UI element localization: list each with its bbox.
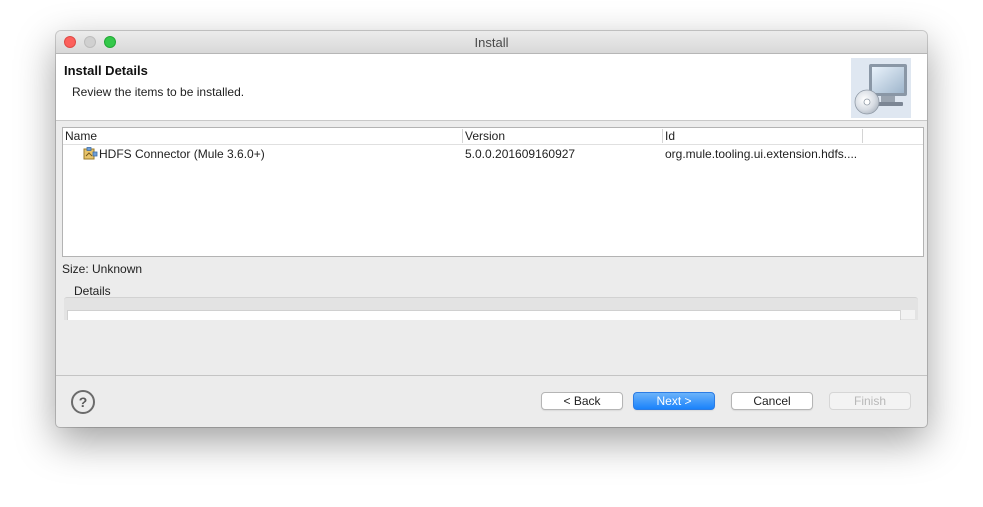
finish-button[interactable]: Finish [829,392,911,410]
install-wizard-computer-cd-icon [851,58,911,118]
back-button[interactable]: < Back [541,392,623,410]
wizard-header: Install Details Review the items to be i… [56,54,927,121]
item-name: HDFS Connector (Mule 3.6.0+) [99,147,265,161]
install-items-table[interactable]: Name Version Id HDFS Connector (Mule 3.6… [62,127,924,257]
column-header-id[interactable]: Id [665,129,675,144]
item-id: org.mule.tooling.ui.extension.hdfs.... [665,147,858,161]
page-title: Install Details [64,63,148,78]
column-divider[interactable] [462,129,463,143]
window-title: Install [474,35,509,50]
page-subtitle: Review the items to be installed. [72,85,245,99]
table-header: Name Version Id [63,128,923,145]
details-text-area[interactable] [67,310,901,320]
feature-plugin-icon [82,147,98,161]
details-group [64,297,918,320]
column-divider[interactable] [662,129,663,143]
table-row[interactable]: HDFS Connector (Mule 3.6.0+) 5.0.0.20160… [63,145,923,163]
item-version: 5.0.0.201609160927 [465,147,576,161]
install-dialog: Install Install Details Review the items… [56,31,927,427]
column-divider[interactable] [862,129,863,143]
title-bar[interactable]: Install [56,31,927,54]
next-button[interactable]: Next > [633,392,715,410]
help-icon[interactable]: ? [71,390,95,414]
size-label: Size: Unknown [62,262,143,276]
details-group-label: Details [74,284,111,298]
footer-divider [56,375,927,376]
cancel-button[interactable]: Cancel [731,392,813,410]
column-header-version[interactable]: Version [465,129,505,144]
details-scrollbar[interactable] [900,310,915,319]
column-header-name[interactable]: Name [65,129,97,144]
